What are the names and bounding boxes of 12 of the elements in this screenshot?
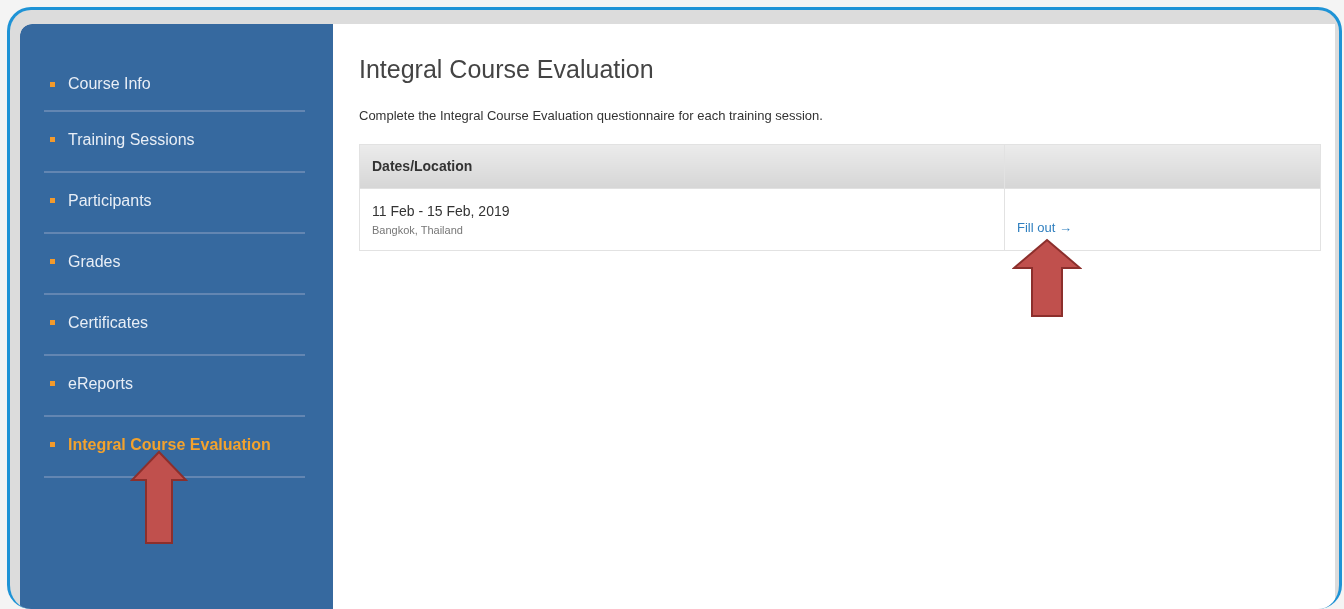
- page-description: Complete the Integral Course Evaluation questionnaire for each training session.: [359, 107, 824, 125]
- sidebar-item[interactable]: Course Info: [44, 62, 305, 112]
- sidebar-item[interactable]: eReports: [44, 356, 305, 417]
- sidebar-item[interactable]: Participants: [44, 173, 305, 234]
- session-dates: 11 Feb - 15 Feb, 2019: [372, 201, 511, 221]
- sidebar-item[interactable]: Training Sessions: [44, 112, 305, 173]
- column-header: Dates/Location: [359, 144, 1005, 189]
- fill-out-link[interactable]: Fill out →: [1017, 220, 1072, 236]
- page-title: Integral Course Evaluation: [359, 54, 655, 84]
- sidebar-item[interactable]: Grades: [44, 234, 305, 295]
- session-location: Bangkok, Thailand: [372, 222, 464, 238]
- sidebar-item[interactable]: Certificates: [44, 295, 305, 356]
